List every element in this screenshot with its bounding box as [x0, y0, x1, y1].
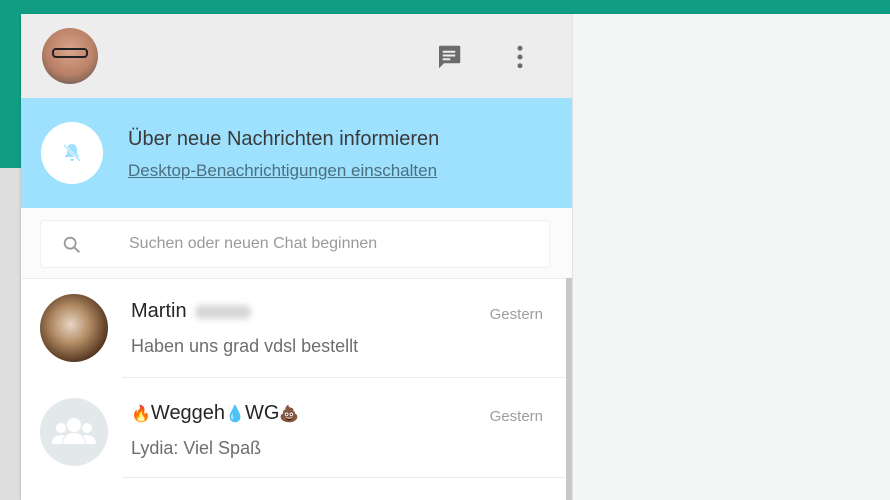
chat-last-message: Haben uns grad vdsl bestellt — [131, 336, 359, 356]
chat-name: 🔥Weggeh💧WG💩 — [131, 402, 299, 425]
chat-name: Martin — [131, 300, 251, 323]
search-icon — [63, 236, 81, 254]
search-input[interactable]: Suchen oder neuen Chat beginnen — [40, 220, 550, 268]
avatar-glasses-detail — [52, 48, 88, 58]
chat-time: Gestern — [489, 306, 543, 323]
chat-time: Gestern — [489, 408, 543, 425]
search-placeholder: Suchen oder neuen Chat beginnen — [129, 235, 378, 252]
left-pane: Über neue Nachrichten informieren Deskto… — [21, 14, 573, 500]
droplet-emoji: 💧 — [225, 404, 245, 423]
chat-name-part: Weggeh — [150, 402, 226, 424]
notification-title: Über neue Nachrichten informieren — [128, 128, 440, 150]
contact-avatar — [40, 294, 108, 362]
menu-icon[interactable] — [505, 42, 535, 72]
chat-item-martin[interactable]: Martin Gestern Haben uns grad vdsl beste… — [21, 278, 566, 378]
fire-emoji: 🔥 — [131, 404, 151, 423]
chat-last-message: Lydia: Viel Spaß — [131, 438, 262, 458]
chat-item-weggeh-wg[interactable]: 🔥Weggeh💧WG💩 Gestern Lydia: Viel Spaß — [21, 378, 566, 478]
bell-off-icon-circle — [41, 122, 103, 184]
search-bar: Suchen oder neuen Chat beginnen — [21, 208, 572, 279]
header — [21, 14, 572, 98]
blurred-surname — [194, 304, 251, 319]
new-chat-icon[interactable] — [434, 42, 464, 72]
chat-list: Martin Gestern Haben uns grad vdsl beste… — [21, 278, 566, 500]
chat-bubble-icon — [439, 45, 461, 69]
chat-name-text: Martin — [131, 300, 187, 322]
chat-list-scrollbar[interactable] — [566, 278, 572, 500]
group-avatar — [40, 398, 108, 466]
divider — [122, 477, 566, 478]
more-vertical-icon — [517, 45, 523, 69]
group-icon — [52, 418, 96, 444]
bell-off-icon — [63, 144, 81, 162]
self-avatar[interactable] — [42, 28, 98, 84]
notification-banner[interactable]: Über neue Nachrichten informieren Deskto… — [21, 98, 572, 208]
poop-emoji: 💩 — [279, 404, 300, 423]
app-window: Über neue Nachrichten informieren Deskto… — [21, 14, 890, 500]
enable-notifications-link[interactable]: Desktop-Benachrichtigungen einschalten — [128, 161, 437, 181]
chat-name-part: WG — [244, 402, 280, 424]
